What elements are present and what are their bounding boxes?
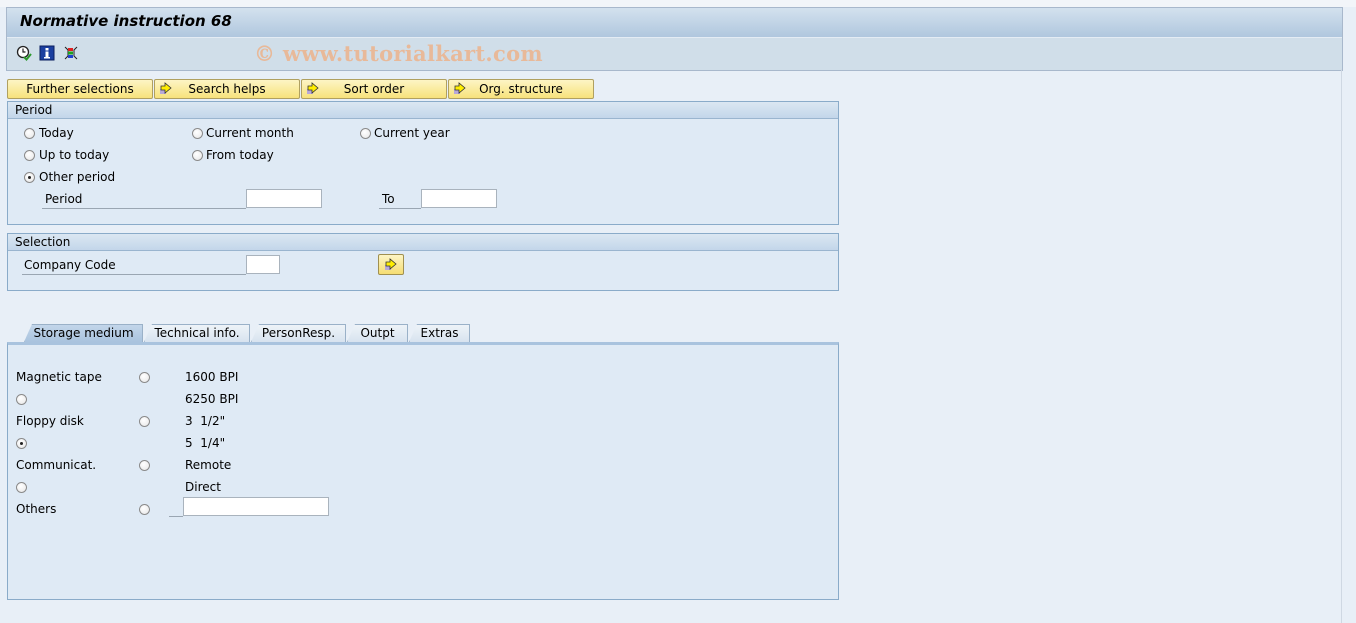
tab-storage-medium-label: Storage medium <box>33 326 134 340</box>
radio-1600-bpi-label: 1600 BPI <box>185 370 239 384</box>
radio-current-year-label: Current year <box>374 126 450 140</box>
sort-order-label: Sort order <box>343 82 405 96</box>
tab-outpt-label: Outpt <box>360 326 395 340</box>
radio-1600-bpi[interactable] <box>139 372 150 383</box>
radio-6250-bpi[interactable] <box>16 394 27 405</box>
radio-up-to-today-label: Up to today <box>39 148 110 162</box>
search-helps-button[interactable]: Search helps <box>154 79 300 99</box>
to-label-underline <box>379 208 421 209</box>
others-label: Others <box>16 502 57 516</box>
watermark: © www.tutorialkart.com <box>254 41 543 66</box>
floppy-disk-label: Floppy disk <box>16 414 84 428</box>
radio-today-label: Today <box>39 126 74 140</box>
execute-clock-icon[interactable] <box>16 45 32 61</box>
radio-6250-bpi-label: 6250 BPI <box>185 392 239 406</box>
radio-others[interactable] <box>139 504 150 515</box>
company-code-underline <box>22 274 246 275</box>
radio-up-to-today[interactable] <box>24 150 35 161</box>
further-selections-button[interactable]: Further selections <box>7 79 153 99</box>
radio-direct[interactable] <box>16 482 27 493</box>
radio-other-period-label: Other period <box>39 170 116 184</box>
arrow-right-icon <box>159 82 173 101</box>
radio-3-5-inch[interactable] <box>139 416 150 427</box>
org-structure-button[interactable]: Org. structure <box>448 79 594 99</box>
period-from-label: Period <box>45 192 83 206</box>
radio-remote[interactable] <box>139 460 150 471</box>
communicat-label: Communicat. <box>16 458 97 472</box>
radio-today[interactable] <box>24 128 35 139</box>
others-input[interactable] <box>183 497 329 516</box>
storage-medium-panel: Magnetic tape 1600 BPI 6250 BPI Floppy d… <box>7 342 839 600</box>
period-group-title: Period <box>8 102 838 119</box>
tab-technical-info-label: Technical info. <box>154 326 240 340</box>
period-from-input[interactable] <box>246 189 322 208</box>
tab-person-resp[interactable]: PersonResp. <box>251 324 346 342</box>
period-group: Period Today Current month Current year … <box>7 101 839 225</box>
tab-person-resp-label: PersonResp. <box>261 326 336 340</box>
radio-current-month[interactable] <box>192 128 203 139</box>
right-divider <box>1341 69 1342 623</box>
sort-order-button[interactable]: Sort order <box>301 79 447 99</box>
period-to-label: To <box>382 192 395 206</box>
company-code-label: Company Code <box>24 258 116 272</box>
radio-other-period[interactable] <box>24 172 35 183</box>
radio-direct-label: Direct <box>185 480 221 494</box>
arrow-right-icon <box>306 82 320 101</box>
application-toolbar: © www.tutorialkart.com <box>7 38 1342 70</box>
search-helps-label: Search helps <box>188 82 266 96</box>
title-bar: Normative instruction 68 <box>7 8 1342 38</box>
radio-current-year[interactable] <box>360 128 371 139</box>
selection-group-title: Selection <box>8 234 838 251</box>
period-label-underline <box>42 208 246 209</box>
period-to-input[interactable] <box>421 189 497 208</box>
radio-from-today-label: From today <box>206 148 274 162</box>
selection-group: Selection Company Code <box>7 233 839 291</box>
radio-remote-label: Remote <box>185 458 232 472</box>
company-code-multiple-selection-button[interactable] <box>378 254 404 275</box>
info-icon[interactable] <box>39 45 55 61</box>
arrow-right-icon <box>384 258 398 274</box>
selection-options-icon[interactable] <box>63 45 79 61</box>
radio-from-today[interactable] <box>192 150 203 161</box>
page-title: Normative instruction 68 <box>20 12 232 30</box>
company-code-input[interactable] <box>246 255 280 274</box>
further-selections-label: Further selections <box>26 82 134 96</box>
org-structure-label: Org. structure <box>479 82 563 96</box>
tab-technical-info[interactable]: Technical info. <box>144 324 250 342</box>
others-underline <box>169 516 183 517</box>
radio-5-25-inch-label: 5 1/4" <box>185 436 226 450</box>
radio-3-5-inch-label: 3 1/2" <box>185 414 226 428</box>
tab-extras-label: Extras <box>420 326 459 340</box>
tab-extras[interactable]: Extras <box>409 324 470 342</box>
radio-current-month-label: Current month <box>206 126 294 140</box>
window-top-edge <box>0 0 1356 7</box>
arrow-right-icon <box>453 82 467 101</box>
tab-storage-medium[interactable]: Storage medium <box>24 324 143 342</box>
tab-outpt[interactable]: Outpt <box>347 324 408 342</box>
window-header: Normative instruction 68 © www.tutorialk… <box>6 7 1343 71</box>
magnetic-tape-label: Magnetic tape <box>16 370 102 384</box>
radio-5-25-inch[interactable] <box>16 438 27 449</box>
